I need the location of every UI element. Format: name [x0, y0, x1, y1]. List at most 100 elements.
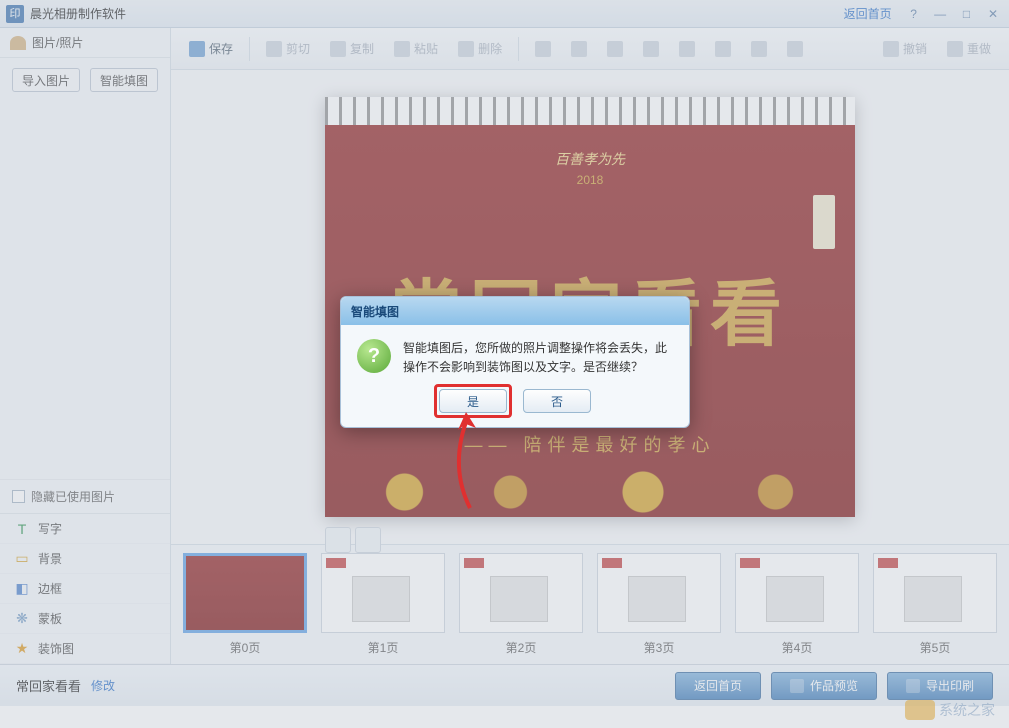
- tool-tab-label: 写字: [38, 520, 62, 537]
- page-thumb-0[interactable]: 第0页: [183, 553, 307, 656]
- dialog-message: 智能填图后，您所做的照片调整操作将会丢失，此操作不会影响到装饰图以及文字。是否继…: [403, 339, 673, 377]
- tool-tab-0[interactable]: T 写字: [0, 514, 170, 544]
- sidebar-header-label: 图片/照片: [32, 34, 83, 51]
- canvas-binding: [325, 97, 855, 125]
- delete-button[interactable]: 删除: [450, 36, 510, 61]
- page-thumbnails: 第0页 第1页 第2页第3页 第4页 第5页: [171, 544, 1009, 664]
- watermark: 系统之家: [905, 700, 995, 720]
- dialog-no-button[interactable]: 否: [523, 389, 591, 413]
- toolbar: 保存 剪切 复制 粘贴 删除 撤销 重做: [171, 28, 1009, 70]
- tool-tab-label: 蒙板: [38, 610, 62, 627]
- cut-button[interactable]: 剪切: [258, 36, 318, 61]
- app-title: 晨光相册制作软件: [30, 5, 844, 22]
- canvas-topscript: 百善孝为先: [325, 149, 855, 169]
- tool-tab-icon: ▭: [14, 551, 30, 567]
- tool-tab-label: 背景: [38, 550, 62, 567]
- thumb-image: [321, 553, 445, 633]
- print-icon: [906, 679, 920, 693]
- canvas-flowers: [325, 467, 855, 517]
- tool-tab-4[interactable]: ★ 装饰图: [0, 634, 170, 664]
- tool-tab-label: 边框: [38, 580, 62, 597]
- modify-link[interactable]: 修改: [91, 677, 115, 694]
- page-thumb-2[interactable]: 第2页: [459, 553, 583, 656]
- smart-fill-dialog: 智能填图 ? 智能填图后，您所做的照片调整操作将会丢失，此操作不会影响到装饰图以…: [340, 296, 690, 428]
- tool-b-button[interactable]: [563, 37, 595, 61]
- thumb-label: 第3页: [644, 639, 675, 656]
- thumb-image: [735, 553, 859, 633]
- paste-button[interactable]: 粘贴: [386, 36, 446, 61]
- thumb-image: [459, 553, 583, 633]
- save-button[interactable]: 保存: [181, 36, 241, 61]
- watermark-icon: [905, 700, 935, 720]
- maximize-icon[interactable]: □: [957, 6, 977, 22]
- tool-h-icon: [787, 41, 803, 57]
- project-name: 常回家看看: [16, 676, 81, 695]
- bottom-home-button[interactable]: 返回首页: [675, 672, 761, 700]
- redo-button[interactable]: 重做: [939, 36, 999, 61]
- export-print-button[interactable]: 导出印刷: [887, 672, 993, 700]
- canvas-subtitle: —— 陪伴是最好的孝心: [325, 431, 855, 457]
- tool-a-button[interactable]: [527, 37, 559, 61]
- copy-button[interactable]: 复制: [322, 36, 382, 61]
- sidebar-header: 图片/照片: [0, 28, 170, 58]
- tool-tab-label: 装饰图: [38, 640, 74, 657]
- tool-e-button[interactable]: [671, 37, 703, 61]
- tool-a-icon: [535, 41, 551, 57]
- paste-icon: [394, 41, 410, 57]
- canvas-corner-tools: [325, 527, 381, 553]
- import-photos-button[interactable]: 导入图片: [12, 68, 80, 92]
- thumb-image: [873, 553, 997, 633]
- undo-icon: [883, 41, 899, 57]
- hide-used-row[interactable]: 隐藏已使用图片: [0, 479, 170, 513]
- home-link[interactable]: 返回首页: [844, 5, 892, 22]
- thumb-label: 第4页: [782, 639, 813, 656]
- bottombar: 常回家看看 修改 返回首页 作品预览 导出印刷 系统之家: [0, 664, 1009, 706]
- close-icon[interactable]: ✕: [983, 6, 1003, 22]
- tool-tabs: T 写字 ▭ 背景 ◧ 边框 ❋ 蒙板 ★ 装饰图: [0, 513, 170, 664]
- hide-used-checkbox[interactable]: [12, 490, 25, 503]
- undo-button[interactable]: 撤销: [875, 36, 935, 61]
- tool-g-button[interactable]: [743, 37, 775, 61]
- tool-h-button[interactable]: [779, 37, 811, 61]
- canvas-banner: [813, 195, 835, 249]
- corner-tool-1[interactable]: [325, 527, 351, 553]
- tool-e-icon: [679, 41, 695, 57]
- minimize-icon[interactable]: —: [930, 6, 950, 22]
- question-icon: ?: [357, 339, 391, 373]
- person-icon: [10, 36, 26, 50]
- page-thumb-5[interactable]: 第5页: [873, 553, 997, 656]
- help-icon[interactable]: ?: [904, 6, 924, 22]
- copy-icon: [330, 41, 346, 57]
- corner-tool-2[interactable]: [355, 527, 381, 553]
- tool-d-button[interactable]: [635, 37, 667, 61]
- tool-tab-1[interactable]: ▭ 背景: [0, 544, 170, 574]
- window-controls: ? — □ ✕: [902, 5, 1003, 23]
- page-thumb-1[interactable]: 第1页: [321, 553, 445, 656]
- tool-c-button[interactable]: [599, 37, 631, 61]
- preview-button[interactable]: 作品预览: [771, 672, 877, 700]
- page-thumb-4[interactable]: 第4页: [735, 553, 859, 656]
- sidebar: 图片/照片 导入图片 智能填图 隐藏已使用图片 T 写字 ▭ 背景 ◧ 边框 ❋ 蒙板 ★ 装饰图: [0, 28, 171, 664]
- tool-tab-icon: ◧: [14, 581, 30, 597]
- tool-tab-2[interactable]: ◧ 边框: [0, 574, 170, 604]
- app-icon: 印: [6, 5, 24, 23]
- smart-fill-button[interactable]: 智能填图: [90, 68, 158, 92]
- tool-tab-icon: ❋: [14, 611, 30, 627]
- thumb-label: 第5页: [920, 639, 951, 656]
- page-thumb-3[interactable]: 第3页: [597, 553, 721, 656]
- tool-d-icon: [643, 41, 659, 57]
- dialog-yes-button[interactable]: 是: [439, 389, 507, 413]
- dialog-title: 智能填图: [341, 297, 689, 325]
- tool-f-icon: [715, 41, 731, 57]
- thumb-label: 第0页: [230, 639, 261, 656]
- tool-b-icon: [571, 41, 587, 57]
- thumb-label: 第1页: [368, 639, 399, 656]
- preview-icon: [790, 679, 804, 693]
- tool-tab-icon: T: [14, 521, 30, 537]
- thumb-image: [597, 553, 721, 633]
- tool-tab-icon: ★: [14, 641, 30, 657]
- delete-icon: [458, 41, 474, 57]
- tool-tab-3[interactable]: ❋ 蒙板: [0, 604, 170, 634]
- hide-used-label: 隐藏已使用图片: [31, 488, 115, 505]
- tool-f-button[interactable]: [707, 37, 739, 61]
